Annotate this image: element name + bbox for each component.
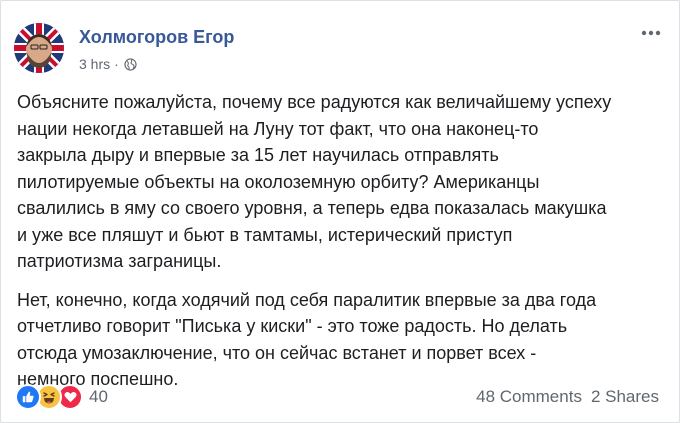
comments-count-link[interactable]: 48 Comments: [476, 387, 582, 407]
post-body: Объясните пожалуйста, почему все радуютс…: [17, 89, 667, 405]
post-paragraph: Объясните пожалуйста, почему все радуютс…: [17, 92, 612, 271]
post-timestamp-link[interactable]: 3 hrs: [79, 56, 110, 72]
facebook-post: Холмогоров Егор 3 hrs · Объясните пожалу…: [0, 0, 680, 423]
reactions-summary[interactable]: 40: [15, 384, 108, 410]
like-reaction-icon: [15, 384, 41, 410]
more-horizontal-icon[interactable]: [639, 23, 663, 43]
meta-separator: ·: [114, 56, 119, 72]
post-footer: 40 48 Comments 2 Shares: [15, 383, 659, 411]
reaction-count: 40: [89, 387, 108, 406]
author-avatar[interactable]: [14, 23, 64, 73]
shares-count-link[interactable]: 2 Shares: [591, 387, 659, 407]
post-meta: 3 hrs ·: [79, 55, 137, 73]
globe-icon[interactable]: [124, 57, 137, 71]
avatar-image: [14, 23, 64, 73]
author-name-link[interactable]: Холмогоров Егор: [79, 27, 234, 48]
post-paragraph: Нет, конечно, когда ходячий под себя пар…: [17, 289, 597, 390]
post-stats: 48 Comments 2 Shares: [476, 387, 659, 407]
